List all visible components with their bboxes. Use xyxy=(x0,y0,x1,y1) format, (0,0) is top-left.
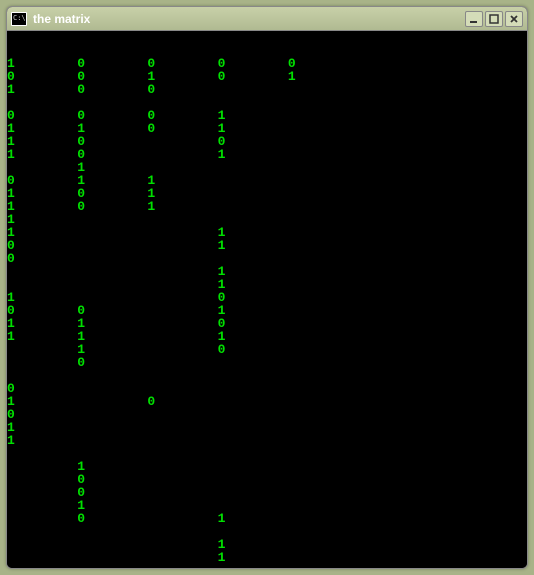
matrix-row: 1 xyxy=(7,434,527,447)
terminal-output: 1 0 0 0 00 0 1 0 11 0 00 0 0 11 1 0 11 0… xyxy=(7,31,527,568)
matrix-rows: 1 0 0 0 00 0 1 0 11 0 00 0 0 11 1 0 11 0… xyxy=(7,57,527,568)
matrix-row: 1 0 1 xyxy=(7,200,527,213)
matrix-row: 0 1 xyxy=(7,239,527,252)
close-button[interactable] xyxy=(505,11,523,27)
app-icon: C:\ xyxy=(11,12,27,26)
minimize-icon xyxy=(469,14,479,24)
matrix-row: 1 xyxy=(7,460,527,473)
maximize-icon xyxy=(489,14,499,24)
matrix-row xyxy=(7,447,527,460)
matrix-row: 0 xyxy=(7,356,527,369)
matrix-row xyxy=(7,369,527,382)
window-title: the matrix xyxy=(33,12,465,26)
matrix-row: 1 0 0 xyxy=(7,83,527,96)
window-controls xyxy=(465,11,523,27)
matrix-row: 0 xyxy=(7,486,527,499)
matrix-row: 0 1 xyxy=(7,512,527,525)
close-icon xyxy=(509,14,519,24)
matrix-row: 1 0 xyxy=(7,343,527,356)
matrix-row: 1 xyxy=(7,551,527,564)
titlebar[interactable]: C:\ the matrix xyxy=(7,7,527,31)
matrix-row: 0 xyxy=(7,473,527,486)
matrix-row: 1 0 1 xyxy=(7,148,527,161)
matrix-row: 1 xyxy=(7,421,527,434)
maximize-button[interactable] xyxy=(485,11,503,27)
app-icon-text: C:\ xyxy=(12,15,26,22)
matrix-row: 1 0 xyxy=(7,395,527,408)
minimize-button[interactable] xyxy=(465,11,483,27)
matrix-row: 0 xyxy=(7,408,527,421)
console-window: C:\ the matrix 1 0 0 0 00 0 1 0 11 0 xyxy=(6,6,528,569)
